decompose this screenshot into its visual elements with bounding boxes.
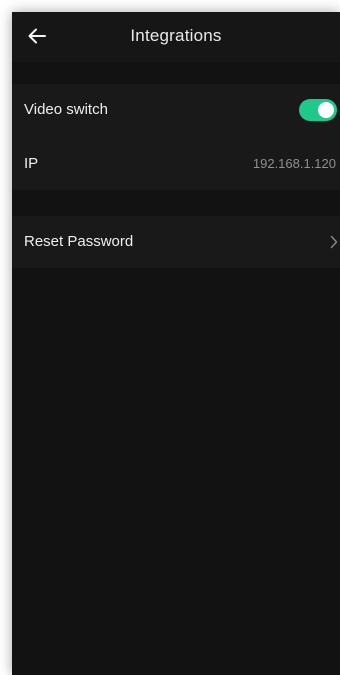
toggle-knob — [318, 102, 334, 118]
app-screen: Integrations Video switch IP 192.168.1.1… — [12, 12, 340, 675]
settings-group-video: Video switch IP 192.168.1.120 — [12, 84, 340, 190]
settings-group-password: Reset Password — [12, 216, 340, 268]
reset-password-row[interactable]: Reset Password — [12, 216, 340, 268]
reset-password-label: Reset Password — [24, 233, 134, 250]
video-switch-row: Video switch — [12, 84, 340, 136]
ip-label: IP — [24, 155, 39, 172]
chevron-right-icon — [330, 235, 338, 249]
ip-row: IP 192.168.1.120 — [12, 138, 340, 190]
page-title: Integrations — [130, 26, 222, 45]
video-switch-toggle[interactable] — [299, 99, 337, 121]
top-bar: Integrations — [12, 12, 340, 62]
video-switch-label: Video switch — [24, 101, 108, 118]
ip-value: 192.168.1.120 — [252, 156, 336, 171]
